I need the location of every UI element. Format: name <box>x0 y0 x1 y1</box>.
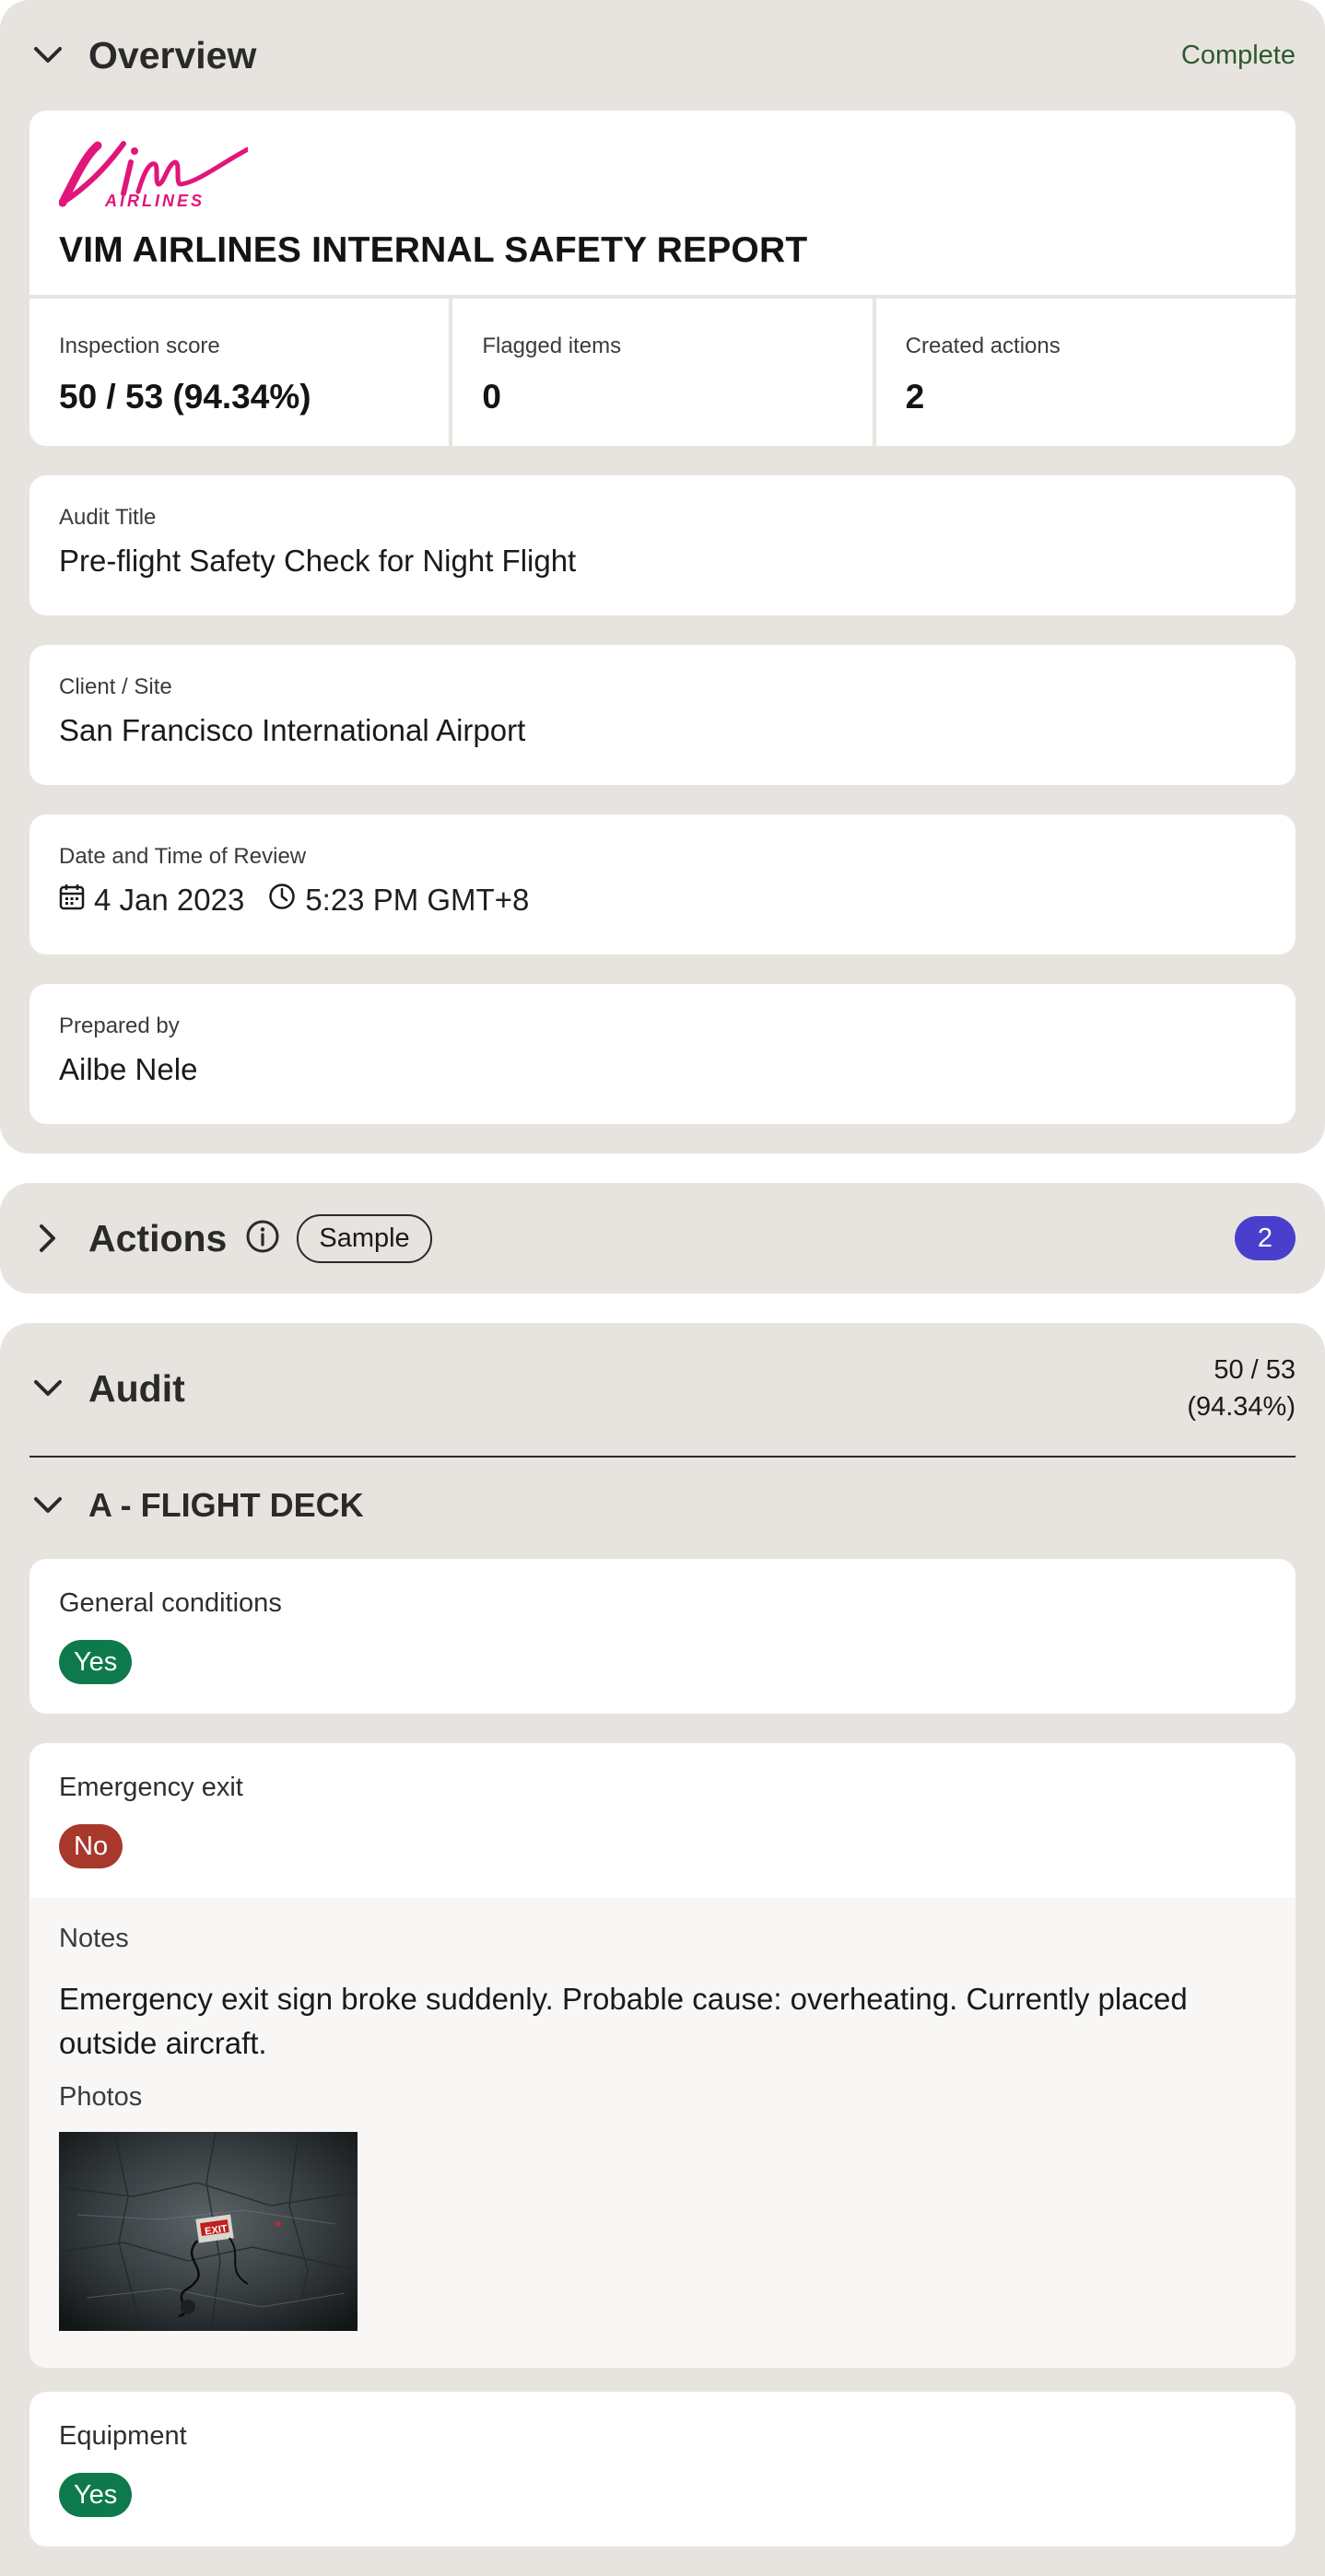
photos-label: Photos <box>59 2082 143 2112</box>
stat-label: Inspection score <box>59 334 220 358</box>
stat-label: Flagged items <box>482 334 622 358</box>
question-equipment: Equipment Yes <box>29 2392 1296 2547</box>
date-value: 4 Jan 2023 <box>94 883 245 917</box>
actions-section: Actions Sample 2 <box>0 1183 1325 1294</box>
report-title: VIM AIRLINES INTERNAL SAFETY REPORT <box>59 230 808 270</box>
emergency-exit-photo[interactable]: EXIT <box>58 2131 358 2332</box>
date-time-card: Date and Time of Review 4 Jan 2023 5:23 … <box>29 814 1296 954</box>
audit-title: Audit <box>88 1366 185 1410</box>
sample-badge: Sample <box>297 1213 432 1263</box>
field-value: Ailbe Nele <box>59 1052 198 1086</box>
audit-header[interactable]: Audit 50 / 53 (94.34%) <box>29 1351 1296 1426</box>
overview-header[interactable]: Overview Complete <box>29 28 1296 83</box>
field-value: San Francisco International Airport <box>59 713 526 747</box>
time-value: 5:23 PM GMT+8 <box>305 883 530 917</box>
overview-section: Overview Complete AIRLINES VIM AIRLINES … <box>0 0 1325 1153</box>
field-label: Date and Time of Review <box>59 844 307 869</box>
flight-deck-header[interactable]: A - FLIGHT DECK <box>29 1480 1296 1531</box>
field-label: Client / Site <box>59 674 172 699</box>
info-icon[interactable] <box>245 1219 280 1259</box>
audit-title-card: Audit Title Pre-flight Safety Check for … <box>29 475 1296 615</box>
actions-count-badge: 2 <box>1235 1216 1296 1260</box>
vim-airlines-logo: AIRLINES <box>58 136 251 215</box>
status-complete: Complete <box>1180 40 1296 70</box>
audit-score-line2: (94.34%) <box>1187 1392 1296 1422</box>
field-label: Prepared by <box>59 1013 180 1038</box>
answer-yes-badge: Yes <box>59 1640 133 1684</box>
notes-label: Notes <box>59 1924 129 1953</box>
logo-subtext: AIRLINES <box>104 192 205 210</box>
question-label: General conditions <box>59 1588 282 1618</box>
answer-yes-badge: Yes <box>59 2473 133 2517</box>
question-emergency-exit: Emergency exit No Notes Emergency exit s… <box>29 1743 1296 2368</box>
chevron-right-icon[interactable] <box>29 1220 66 1257</box>
stat-flagged-items: Flagged items 0 <box>449 299 872 446</box>
client-site-card: Client / Site San Francisco Internationa… <box>29 645 1296 785</box>
question-label: Equipment <box>59 2421 187 2451</box>
audit-score: 50 / 53 (94.34%) <box>1187 1352 1296 1425</box>
stat-value: 0 <box>482 378 501 416</box>
question-general-conditions: General conditions Yes <box>29 1559 1296 1714</box>
stat-label: Created actions <box>905 334 1061 358</box>
answer-no-badge: No <box>59 1824 123 1868</box>
audit-section: Audit 50 / 53 (94.34%) A - FLIGHT DECK G… <box>0 1323 1325 2576</box>
actions-header[interactable]: Actions Sample 2 <box>29 1211 1296 1266</box>
report-header-card: AIRLINES VIM AIRLINES INTERNAL SAFETY RE… <box>29 111 1296 446</box>
stats-row: Inspection score 50 / 53 (94.34%) Flagge… <box>29 295 1296 446</box>
chevron-down-icon[interactable] <box>29 1487 66 1524</box>
flight-deck-title: A - FLIGHT DECK <box>88 1486 364 1524</box>
prepared-by-card: Prepared by Ailbe Nele <box>29 984 1296 1124</box>
actions-title: Actions <box>88 1216 228 1259</box>
overview-title: Overview <box>88 33 257 76</box>
stat-value: 2 <box>905 378 925 416</box>
date-time-row: 4 Jan 2023 5:23 PM GMT+8 <box>59 883 529 918</box>
notes-text: Emergency exit sign broke suddenly. Prob… <box>59 1982 1188 2060</box>
chevron-down-icon[interactable] <box>29 37 66 74</box>
calendar-icon <box>59 883 94 918</box>
stat-created-actions: Created actions 2 <box>872 299 1296 446</box>
notes-area: Notes Emergency exit sign broke suddenly… <box>29 1898 1296 2368</box>
clock-icon <box>268 883 305 918</box>
chevron-down-icon[interactable] <box>29 1370 66 1407</box>
stat-value: 50 / 53 (94.34%) <box>59 378 311 416</box>
question-label: Emergency exit <box>59 1773 243 1802</box>
audit-score-line1: 50 / 53 <box>1214 1355 1296 1385</box>
stat-inspection-score: Inspection score 50 / 53 (94.34%) <box>29 299 449 446</box>
audit-divider <box>29 1456 1296 1458</box>
field-value: Pre-flight Safety Check for Night Flight <box>59 544 577 578</box>
field-label: Audit Title <box>59 505 157 530</box>
